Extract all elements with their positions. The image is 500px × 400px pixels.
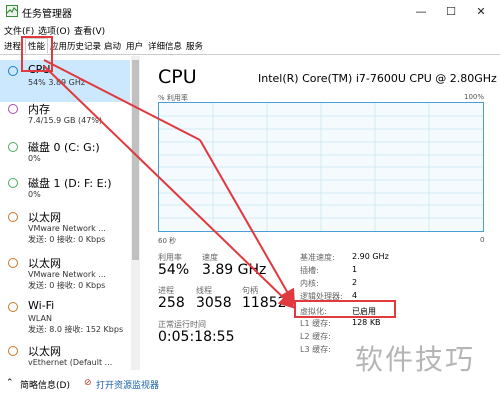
sidebar-item-sub: 54% 3.89 GHz [28, 78, 86, 87]
speed-value: 3.89 GHz [202, 262, 267, 278]
sidebar-item-title: 磁盘 1 (D: F: E:) [28, 177, 112, 190]
detail-key: 插槽: [300, 266, 319, 275]
page-title: CPU [158, 66, 197, 88]
sidebar-item-title: Wi-Fi [28, 299, 55, 312]
less-details-chevron-icon[interactable]: ⌃ [6, 378, 14, 388]
detail-key: L2 缓存: [300, 332, 331, 341]
util-value: 54% [158, 262, 190, 278]
resource-sidebar: CPU 54% 3.89 GHz 内存 7.4/15.9 GB (47%) 磁盘… [0, 56, 145, 370]
title-bar: 任务管理器 — ☐ ✕ [0, 0, 500, 24]
sidebar-item-title: 以太网 [28, 345, 61, 358]
memory-graph-icon [8, 104, 18, 114]
sidebar-item-wifi[interactable]: Wi-Fi WLAN 发送: 8.0 接收: 152 Kbps [0, 296, 130, 338]
detail-value: 2 [352, 278, 358, 287]
tab-services[interactable]: 服务 [186, 40, 203, 52]
sidebar-item-sub: 0% [28, 154, 41, 163]
graph-max: 100% [464, 93, 485, 101]
less-details-link[interactable]: 简略信息(D) [20, 378, 70, 391]
detail-key: 基准速度: [300, 253, 335, 262]
cpu-model: Intel(R) Core(TM) i7-7600U CPU @ 2.80GHz [258, 72, 497, 85]
detail-key: 内核: [300, 279, 319, 288]
network-graph-icon [8, 346, 18, 356]
menu-view[interactable]: 查看(V) [74, 24, 105, 37]
sidebar-item-sub2: 发送: 0 接收: 0 Kbps [28, 281, 106, 290]
network-graph-icon [8, 258, 18, 268]
scrollbar-thumb[interactable] [132, 60, 139, 260]
open-resource-monitor-link[interactable]: 打开资源监视器 [96, 378, 159, 391]
handle-value: 118527 [242, 295, 296, 311]
proc-value: 258 [158, 295, 185, 311]
detail-value: 128 KB [352, 318, 381, 327]
sidebar-item-sub2: 发送: 0 接收: 0 Kbps [28, 235, 106, 244]
task-manager-icon [6, 5, 18, 17]
detail-value: 1 [352, 265, 358, 274]
tab-processes[interactable]: 进程 [4, 40, 21, 52]
close-button[interactable]: ✕ [466, 2, 496, 22]
sidebar-item-memory[interactable]: 内存 7.4/15.9 GB (47%) [0, 98, 130, 140]
sidebar-item-title: 以太网 [28, 211, 61, 224]
virtualization-highlight [294, 300, 396, 318]
tab-startup[interactable]: 启动 [104, 40, 121, 52]
sidebar-item-sub: VMware Network ... [28, 224, 106, 233]
sidebar-item-sub: vEthernet (Default ... [28, 358, 113, 367]
sidebar-item-title: 内存 [28, 103, 50, 116]
watermark: 软件技巧 [355, 343, 476, 376]
cpu-usage-graph [158, 102, 484, 232]
maximize-button[interactable]: ☐ [436, 2, 466, 22]
sidebar-item-title: 以太网 [28, 257, 61, 270]
tab-details[interactable]: 详细信息 [148, 40, 182, 52]
sidebar-item-ethernet-1[interactable]: 以太网 VMware Network ... 发送: 0 接收: 0 Kbps [0, 206, 130, 248]
disk-graph-icon [8, 178, 18, 188]
network-graph-icon [8, 212, 18, 222]
sidebar-item-sub2: 发送: 8.0 接收: 152 Kbps [28, 325, 124, 334]
tab-app-history[interactable]: 应用历史记录 [50, 40, 101, 52]
network-graph-icon [8, 302, 18, 312]
detail-value: 2.90 GHz [352, 252, 389, 261]
disk-graph-icon [8, 142, 18, 152]
graph-grid [159, 103, 483, 231]
resource-monitor-icon[interactable]: ⊘ [84, 378, 92, 388]
graph-min: 0 [480, 236, 485, 244]
minimize-button[interactable]: — [406, 2, 436, 22]
detail-value: 4 [352, 291, 358, 300]
sidebar-item-ethernet-2[interactable]: 以太网 VMware Network ... 发送: 0 接收: 0 Kbps [0, 252, 130, 294]
menu-bar: 文件(F) 选项(O) 查看(V) [0, 24, 500, 38]
detail-key: L1 缓存: [300, 319, 331, 328]
uptime-value: 0:05:18:55 [158, 329, 235, 345]
sidebar-item-sub: 7.4/15.9 GB (47%) [28, 116, 103, 125]
thread-value: 3058 [196, 295, 232, 311]
sidebar-item-cpu[interactable]: CPU 54% 3.89 GHz [0, 60, 130, 102]
sidebar-item-ethernet-3[interactable]: 以太网 vEthernet (Default ... [0, 340, 130, 370]
graph-time: 60 秒 [158, 237, 177, 245]
tab-users[interactable]: 用户 [126, 40, 143, 52]
detail-key: L3 缓存: [300, 345, 331, 354]
tab-bar: 进程 性能 应用历史记录 启动 用户 详细信息 服务 [0, 38, 500, 55]
cpu-graph-icon [8, 66, 18, 76]
sidebar-item-sub: 0% [28, 190, 41, 199]
sidebar-item-sub: WLAN [28, 314, 53, 323]
sidebar-item-title: 磁盘 0 (C: G:) [28, 141, 100, 154]
sidebar-scrollbar[interactable] [131, 56, 140, 370]
sidebar-item-sub: VMware Network ... [28, 270, 106, 279]
performance-tab-highlight [21, 36, 53, 72]
cpu-detail-panel: CPU Intel(R) Core(TM) i7-7600U CPU @ 2.8… [150, 56, 497, 370]
window-title: 任务管理器 [22, 9, 72, 20]
